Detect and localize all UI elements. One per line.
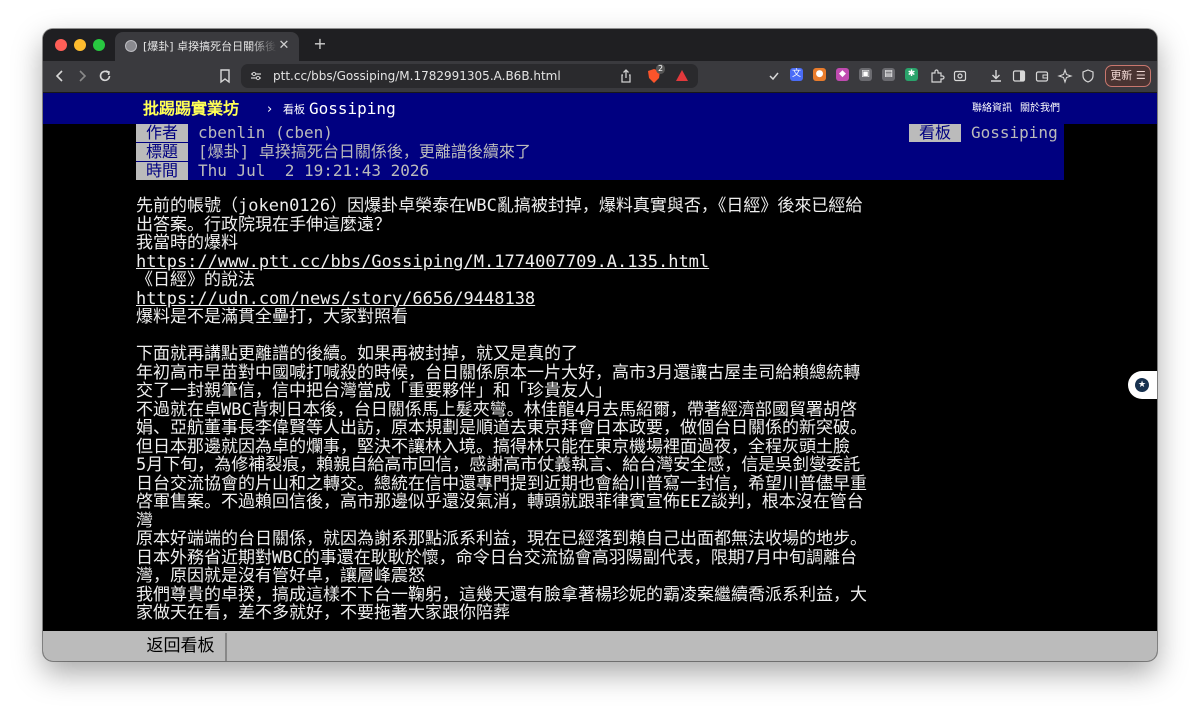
browser-toolbar: ptt.cc/bbs/Gossiping/M.1782991305.A.B6B.… xyxy=(43,61,1157,93)
globe-icon xyxy=(125,40,137,52)
article-blank-line xyxy=(136,327,876,346)
forward-arrow-icon[interactable] xyxy=(73,67,91,85)
article-line: 爆料是不是滿貫全壘打，大家對照看 xyxy=(136,307,408,327)
article-line: 不過就在卓WBC背刺日本後，台日關係馬上髮夾彎。林佳龍4月去馬紹爾，帶著經濟部國… xyxy=(136,399,867,457)
update-label: 更新 xyxy=(1110,69,1133,82)
shield-badge: 2 xyxy=(656,64,666,74)
sidebar-icon[interactable] xyxy=(1010,67,1028,85)
breadcrumb-board-link[interactable]: Gossiping xyxy=(309,99,396,119)
article-line: 年初高市早苗對中國喊打喊殺的時候，台日關係原本一片大好，高市3月還讓古屋圭司給賴… xyxy=(136,362,861,401)
time-value: Thu Jul 2 19:21:43 2026 xyxy=(198,161,430,180)
article-line: 下面就再講點更離譜的後續。如果再被封掉，就又是真的了 xyxy=(136,344,578,364)
article-line: 我們尊貴的卓揆，搞成這樣不下台一鞠躬，這幾天還有臉拿著楊珍妮的霸凌案繼續喬派系利… xyxy=(136,584,867,623)
board-value: Gossiping xyxy=(971,123,1058,142)
extension-green-icon[interactable]: ✱ xyxy=(905,68,918,81)
check-icon[interactable] xyxy=(765,67,783,85)
download-icon[interactable] xyxy=(987,67,1005,85)
wallet-icon[interactable] xyxy=(1033,67,1051,85)
article-link[interactable]: https://www.ptt.cc/bbs/Gossiping/M.17740… xyxy=(136,252,709,272)
article-line: 5月下旬，為修補裂痕，賴親自給高市回信，感謝高市仗義執言、給台灣安全感，信是吳釗… xyxy=(136,455,867,531)
contact-link[interactable]: 聯絡資訊 xyxy=(972,103,1012,115)
site-settings-icon[interactable] xyxy=(247,67,265,85)
extension-camera-icon[interactable]: ▣ xyxy=(859,68,872,81)
back-to-board-button[interactable]: 返回看板 xyxy=(136,633,227,661)
address-bar[interactable]: ptt.cc/bbs/Gossiping/M.1782991305.A.B6B.… xyxy=(241,64,698,88)
extension-translate-icon[interactable]: 文 xyxy=(790,68,803,81)
title-value: [爆卦] 卓揆搞死台日關係後，更離譜後續來了 xyxy=(198,142,531,161)
assistant-icon: ★ xyxy=(1135,378,1149,392)
article-line: 原本好端端的台日關係，就因為謝系那點派系利益，現在已經落到賴自己出面都無法收場的… xyxy=(136,529,867,586)
menu-icon: ☰ xyxy=(1135,69,1146,82)
zoom-window-button[interactable] xyxy=(93,39,105,51)
minimize-window-button[interactable] xyxy=(74,39,86,51)
article-link[interactable]: https://udn.com/news/story/6656/9448138 xyxy=(136,289,535,309)
tab-strip: [爆卦] 卓揆搞死台日關係後，更離譜後續來了 ✕ + xyxy=(43,29,1157,61)
vpn-shield-icon[interactable] xyxy=(1079,67,1097,85)
article-body: 先前的帳號（joken0126）因爆卦卓榮泰在WBC亂搞被封掉，爆料真實與否，《… xyxy=(136,197,876,623)
bottom-bar: 返回看板 xyxy=(43,631,1157,661)
puzzle-icon[interactable] xyxy=(928,67,946,85)
board-tag: 看板 xyxy=(909,124,961,142)
article-line: 先前的帳號（joken0126）因爆卦卓榮泰在WBC亂搞被封掉，爆料真實與否，《… xyxy=(136,196,863,235)
article-metaline: 作者 cbenlin (cben) 標題 [爆卦] 卓揆搞死台日關係後，更離譜後… xyxy=(136,124,1064,180)
extension-doc-icon[interactable]: ▤ xyxy=(882,68,895,81)
time-tag: 時間 xyxy=(136,162,188,180)
new-tab-button[interactable]: + xyxy=(311,35,329,53)
brave-rewards-icon[interactable] xyxy=(673,67,691,85)
about-link[interactable]: 關於我們 xyxy=(1020,103,1060,115)
breadcrumb-arrow: › xyxy=(267,102,273,117)
article-line: 《日經》的說法 xyxy=(136,270,255,290)
author-value: cbenlin (cben) xyxy=(198,123,333,142)
site-brand-link[interactable]: 批踢踢實業坊 xyxy=(143,98,239,120)
tab-title: [爆卦] 卓揆搞死台日關係後，更離譜後續來了 xyxy=(143,40,277,53)
screenshot-icon[interactable] xyxy=(951,67,969,85)
page-content: 批踢踢實業坊 › 看板 Gossiping 聯絡資訊 關於我們 作者 cbenl… xyxy=(43,93,1157,661)
close-window-button[interactable] xyxy=(55,39,67,51)
leo-ai-icon[interactable] xyxy=(1056,67,1074,85)
reload-icon[interactable] xyxy=(96,67,114,85)
bookmark-icon[interactable] xyxy=(216,67,234,85)
update-button[interactable]: 更新 ☰ xyxy=(1105,65,1151,87)
close-icon[interactable]: ✕ xyxy=(277,39,291,53)
share-icon[interactable] xyxy=(617,67,635,85)
extension-fox-icon[interactable]: ● xyxy=(813,68,826,81)
back-arrow-icon[interactable] xyxy=(51,67,69,85)
url-text: ptt.cc/bbs/Gossiping/M.1782991305.A.B6B.… xyxy=(273,69,561,83)
browser-window: [爆卦] 卓揆搞死台日關係後，更離譜後續來了 ✕ + ptt.cc/bbs/Go… xyxy=(43,29,1157,661)
title-tag: 標題 xyxy=(136,143,188,161)
tab-active[interactable]: [爆卦] 卓揆搞死台日關係後，更離譜後續來了 ✕ xyxy=(115,32,299,61)
floating-assistant-button[interactable]: ★ xyxy=(1128,371,1157,399)
article-link-line: https://udn.com/news/story/6656/9448138 xyxy=(136,289,876,309)
brave-shield-icon[interactable]: 2 xyxy=(645,64,666,85)
ptt-topbar: 批踢踢實業坊 › 看板 Gossiping 聯絡資訊 關於我們 xyxy=(43,93,1157,124)
article-line: 我當時的爆料 xyxy=(136,233,238,253)
article-link-line: https://www.ptt.cc/bbs/Gossiping/M.17740… xyxy=(136,252,876,272)
breadcrumb-label: 看板 xyxy=(283,103,305,116)
extension-pink-icon[interactable]: ◆ xyxy=(836,68,849,81)
author-tag: 作者 xyxy=(136,124,188,142)
